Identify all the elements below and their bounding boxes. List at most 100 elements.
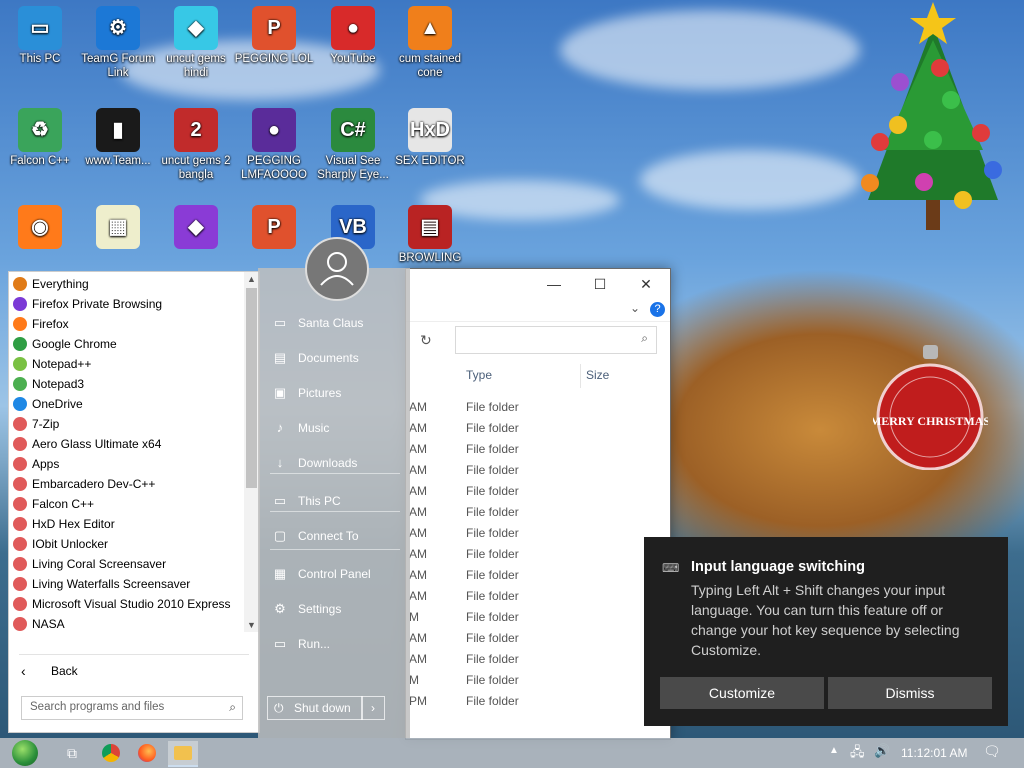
program-item[interactable]: IObit Unlocker — [9, 534, 244, 554]
action-center-icon[interactable]: 🗨 — [983, 743, 1001, 760]
file-type: File folder — [466, 547, 519, 561]
user-avatar[interactable] — [305, 237, 369, 301]
desktop-icon[interactable]: ◆ — [156, 205, 236, 251]
file-modified: M — [409, 673, 419, 687]
shutdown-button[interactable]: ⏻ Shut down — [267, 696, 363, 720]
column-header-size[interactable]: Size — [586, 368, 609, 382]
column-header-type[interactable]: Type — [466, 368, 492, 382]
program-item[interactable]: Everything — [9, 274, 244, 294]
desktop-icon[interactable]: ▮ www.Team... — [78, 108, 158, 168]
file-row[interactable]: AM File folder — [406, 565, 670, 586]
program-item[interactable]: NASA — [9, 614, 244, 634]
volume-icon[interactable]: 🔊 — [874, 743, 890, 759]
taskbar-clock[interactable]: 11:12:01 AM — [901, 746, 968, 760]
program-label: Firefox Private Browsing — [32, 297, 163, 311]
file-modified: PM — [409, 694, 427, 708]
taskbar-chrome[interactable] — [96, 741, 126, 765]
program-item[interactable]: Notepad3 — [9, 374, 244, 394]
desktop-icon[interactable]: ♻ Falcon C++ — [0, 108, 80, 168]
desktop-icon[interactable]: HxD SEX EDITOR — [390, 108, 470, 168]
minimize-button[interactable]: — — [531, 269, 577, 299]
file-row[interactable]: M File folder — [406, 670, 670, 691]
file-modified: AM — [409, 442, 427, 456]
places-item[interactable]: ▣ Pictures — [268, 380, 403, 406]
taskbar-firefox[interactable] — [132, 741, 162, 765]
dismiss-button[interactable]: Dismiss — [828, 677, 992, 709]
chevron-down-icon[interactable]: ⌄ — [630, 301, 640, 315]
places-item[interactable]: ▢ Connect To — [268, 523, 403, 549]
file-row[interactable]: M File folder — [406, 607, 670, 628]
network-icon[interactable]: 🖧 — [850, 743, 865, 765]
file-row[interactable]: AM File folder — [406, 586, 670, 607]
program-item[interactable]: Living Coral Screensaver — [9, 554, 244, 574]
desktop-icon[interactable]: C# Visual See Sharply Eye... — [313, 108, 393, 182]
desktop-icon-image: 2 — [174, 108, 218, 152]
program-item[interactable]: Falcon C++ — [9, 494, 244, 514]
desktop-icon[interactable]: ● PEGGING LMFAOOOO — [234, 108, 314, 182]
program-item[interactable]: HxD Hex Editor — [9, 514, 244, 534]
file-row[interactable]: PM File folder — [406, 691, 670, 712]
start-search-input[interactable]: Search programs and files ⌕ — [21, 696, 243, 720]
program-item[interactable]: Apps — [9, 454, 244, 474]
file-row[interactable]: AM File folder — [406, 439, 670, 460]
customize-button[interactable]: Customize — [660, 677, 824, 709]
file-row[interactable]: AM File folder — [406, 460, 670, 481]
file-row[interactable]: AM File folder — [406, 502, 670, 523]
program-list-scrollbar[interactable]: ▲ ▼ — [244, 272, 259, 632]
places-item[interactable]: ▭ Santa Claus — [268, 310, 403, 336]
taskbar-file-explorer[interactable] — [168, 741, 198, 767]
places-item[interactable]: ⚙ Settings — [268, 596, 403, 622]
file-row[interactable]: AM File folder — [406, 628, 670, 649]
desktop-icon[interactable]: ⚙ TeamG Forum Link — [78, 6, 158, 80]
places-item[interactable]: ▤ Documents — [268, 345, 403, 371]
file-row[interactable]: AM File folder — [406, 481, 670, 502]
program-item[interactable]: OneDrive — [9, 394, 244, 414]
desktop-icon[interactable]: P PEGGING LOL — [234, 6, 314, 66]
desktop-icon[interactable]: ◆ uncut gems hindi — [156, 6, 236, 80]
program-item[interactable]: Firefox — [9, 314, 244, 334]
scroll-down-arrow[interactable]: ▼ — [244, 618, 259, 632]
shutdown-options-button[interactable]: › — [361, 696, 385, 720]
explorer-search-input[interactable]: ⌕ — [455, 326, 657, 354]
file-explorer-window[interactable]: — ☐ ✕ ⌄ ? ↻ ⌕ Type Size AM File folder AM F… — [405, 268, 671, 740]
program-item[interactable]: Embarcadero Dev-C++ — [9, 474, 244, 494]
program-item[interactable]: Microsoft Visual Studio 2010 Express — [9, 594, 244, 614]
program-item[interactable]: Aero Glass Ultimate x64 — [9, 434, 244, 454]
file-row[interactable]: AM File folder — [406, 523, 670, 544]
task-view-button[interactable]: ⧉ — [57, 741, 87, 765]
places-item[interactable]: ♪ Music — [268, 415, 403, 441]
refresh-icon[interactable]: ↻ — [420, 332, 432, 349]
scroll-up-arrow[interactable]: ▲ — [244, 272, 259, 286]
desktop-icon[interactable]: ▭ This PC — [0, 6, 80, 66]
help-icon[interactable]: ? — [650, 302, 665, 317]
desktop-icon[interactable]: ◉ — [0, 205, 80, 251]
places-item-label: Pictures — [298, 386, 342, 400]
desktop-icon[interactable]: P — [234, 205, 314, 251]
program-item[interactable]: Living Waterfalls Screensaver — [9, 574, 244, 594]
file-row[interactable]: AM File folder — [406, 544, 670, 565]
file-row[interactable]: AM File folder — [406, 397, 670, 418]
back-button[interactable]: ‹ Back — [17, 660, 247, 682]
places-item[interactable]: ▦ Control Panel — [268, 561, 403, 587]
desktop-icon-label: TeamG Forum Link — [81, 53, 155, 79]
places-item[interactable]: ▭ Run... — [268, 631, 403, 657]
desktop-icon[interactable]: ▤ BROWLING — [390, 205, 470, 265]
show-hidden-icons-chevron[interactable]: ▲ — [829, 745, 839, 756]
desktop-icon-label: This PC — [19, 53, 61, 65]
desktop-icon[interactable]: 2 uncut gems 2 bangla — [156, 108, 236, 182]
maximize-button[interactable]: ☐ — [577, 269, 623, 299]
program-icon — [13, 537, 27, 551]
desktop-icon[interactable]: ▲ cum stained cone — [390, 6, 470, 80]
file-row[interactable]: AM File folder — [406, 418, 670, 439]
program-item[interactable]: Notepad++ — [9, 354, 244, 374]
desktop-icon[interactable]: ● YouTube — [313, 6, 393, 66]
program-item[interactable]: 7-Zip — [9, 414, 244, 434]
start-button[interactable] — [10, 740, 40, 766]
program-item[interactable]: Firefox Private Browsing — [9, 294, 244, 314]
program-item[interactable]: Google Chrome — [9, 334, 244, 354]
close-button[interactable]: ✕ — [623, 269, 669, 299]
explorer-titlebar[interactable]: — ☐ ✕ — [406, 269, 670, 299]
scrollbar-thumb[interactable] — [246, 288, 257, 488]
file-row[interactable]: AM File folder — [406, 649, 670, 670]
desktop-icon[interactable]: ▦ — [78, 205, 158, 251]
